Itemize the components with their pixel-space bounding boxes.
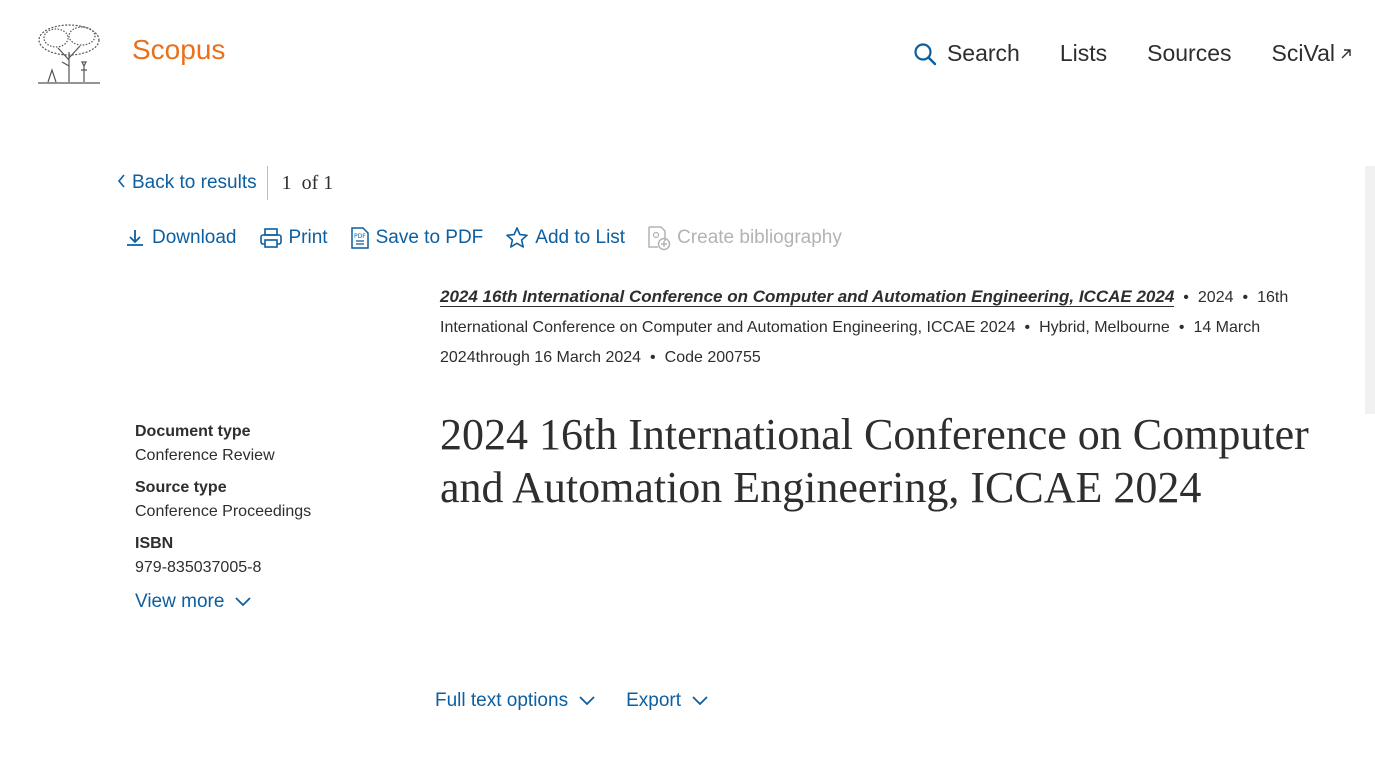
full-text-options-label: Full text options bbox=[435, 690, 569, 711]
nav-search-label: Search bbox=[946, 40, 1020, 66]
source-year: 2024 bbox=[1197, 289, 1234, 306]
separator-dot: • bbox=[1178, 319, 1185, 336]
nav-sources-label: Sources bbox=[1147, 40, 1232, 66]
elsevier-logo-icon[interactable] bbox=[34, 22, 104, 86]
print-button[interactable]: Print bbox=[259, 227, 328, 249]
create-bibliography-button[interactable]: Create bibliography bbox=[647, 225, 842, 251]
separator-dot: • bbox=[1024, 319, 1031, 336]
svg-text:PDF: PDF bbox=[354, 233, 366, 240]
external-link-icon bbox=[1339, 47, 1353, 61]
bibliography-icon bbox=[647, 225, 671, 251]
document-type-label: Document type bbox=[135, 423, 251, 440]
download-icon bbox=[124, 227, 146, 249]
nav-scival-label: SciVal bbox=[1271, 40, 1336, 66]
chevron-left-icon bbox=[116, 172, 126, 194]
document-title: 2024 16th International Conference on Co… bbox=[440, 410, 1309, 512]
chevron-down-icon bbox=[234, 591, 252, 613]
source-type-value: Conference Proceedings bbox=[135, 503, 312, 520]
separator-dot: • bbox=[1242, 289, 1249, 306]
search-icon bbox=[913, 42, 937, 66]
save-to-pdf-button[interactable]: PDF Save to PDF bbox=[350, 226, 484, 250]
nav-search[interactable]: Search bbox=[913, 40, 1020, 67]
scopus-brand[interactable]: Scopus bbox=[132, 34, 225, 66]
create-bibliography-label: Create bibliography bbox=[677, 227, 842, 248]
document-toolbar: Download Print PDF Save to PDF Add to Li… bbox=[124, 225, 842, 251]
download-button[interactable]: Download bbox=[124, 227, 237, 249]
source-title-link[interactable]: 2024 16th International Conference on Co… bbox=[440, 287, 1175, 307]
separator-dot: • bbox=[1183, 289, 1189, 306]
chevron-down-icon bbox=[691, 690, 709, 712]
back-to-results-label: Back to results bbox=[132, 172, 257, 193]
source-location: Hybrid, Melbourne bbox=[1039, 319, 1170, 336]
export-label: Export bbox=[626, 690, 681, 711]
result-pager: 1 of 1 bbox=[281, 171, 334, 194]
document-options: Full text options Export bbox=[435, 690, 709, 712]
export-button[interactable]: Export bbox=[626, 690, 709, 712]
nav-lists-label: Lists bbox=[1059, 40, 1108, 66]
star-icon bbox=[505, 226, 529, 250]
top-navigation: Search Lists Sources SciVal bbox=[913, 40, 1353, 67]
view-more-label: View more bbox=[135, 591, 225, 612]
save-to-pdf-label: Save to PDF bbox=[375, 227, 484, 248]
nav-sources[interactable]: Sources bbox=[1147, 40, 1231, 67]
nav-lists[interactable]: Lists bbox=[1060, 40, 1107, 67]
add-to-list-button[interactable]: Add to List bbox=[505, 226, 625, 250]
source-code: Code 200755 bbox=[664, 349, 761, 366]
back-to-results-link[interactable]: Back to results bbox=[116, 166, 268, 200]
full-text-options-button[interactable]: Full text options bbox=[435, 690, 596, 712]
download-label: Download bbox=[152, 227, 237, 248]
nav-scival[interactable]: SciVal bbox=[1272, 40, 1354, 67]
printer-icon bbox=[259, 227, 283, 249]
separator-dot: • bbox=[650, 349, 656, 366]
add-to-list-label: Add to List bbox=[535, 227, 626, 248]
source-type-label: Source type bbox=[135, 479, 227, 496]
print-label: Print bbox=[288, 227, 328, 248]
source-info: 2024 16th International Conference on Co… bbox=[440, 282, 1290, 373]
pdf-icon: PDF bbox=[350, 226, 370, 250]
document-metadata: Document type Conference Review Source t… bbox=[135, 423, 395, 613]
document-type-value: Conference Review bbox=[135, 447, 275, 464]
page-scrollbar[interactable] bbox=[1365, 166, 1375, 414]
chevron-down-icon bbox=[578, 690, 596, 712]
results-navigation: Back to results 1 of 1 bbox=[116, 166, 333, 200]
isbn-value: 979-835037005-8 bbox=[135, 559, 262, 576]
isbn-label: ISBN bbox=[135, 535, 174, 552]
view-more-button[interactable]: View more bbox=[135, 591, 395, 613]
